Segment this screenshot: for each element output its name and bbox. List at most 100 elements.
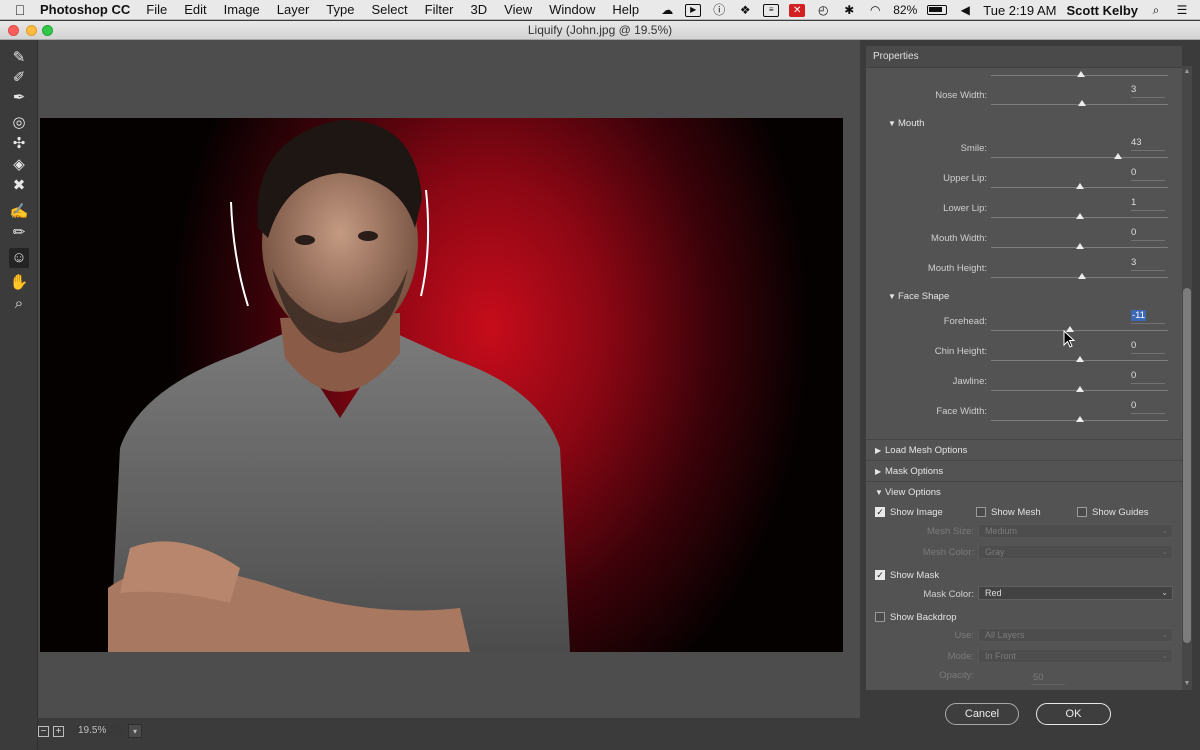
mask-options-header[interactable]: ▶ Mask Options <box>875 466 943 477</box>
upper-lip-slider-thumb[interactable] <box>1075 183 1084 189</box>
menu-help[interactable]: Help <box>612 2 639 17</box>
apple-menu-icon[interactable]:  <box>0 2 40 18</box>
cancel-button[interactable]: Cancel <box>945 703 1019 725</box>
load-mesh-disclosure-icon[interactable]: ▶ <box>875 446 885 455</box>
menu-layer[interactable]: Layer <box>277 2 310 17</box>
zoom-out-button[interactable]: − <box>38 725 49 737</box>
mask-color-select[interactable]: Red ⌄ <box>978 586 1173 600</box>
show-mask-checkbox[interactable]: ✓ <box>875 570 885 580</box>
menu-select[interactable]: Select <box>371 2 407 17</box>
mask-options-disclosure-icon[interactable]: ▶ <box>875 467 885 476</box>
smile-value-underline <box>1131 150 1165 151</box>
bluetooth-icon[interactable]: ✱ <box>841 3 857 17</box>
mouth-section-header[interactable]: ▼ Mouth <box>888 118 924 129</box>
notification-center-icon[interactable]: ☰ <box>1174 3 1190 17</box>
alert-icon[interactable]: ✕ <box>789 3 806 17</box>
zoom-in-button[interactable]: + <box>53 725 64 737</box>
pucker-tool-icon[interactable]: ✣ <box>9 134 29 154</box>
mesh-size-select[interactable]: Medium ⌄ <box>978 524 1173 538</box>
smile-slider-track[interactable] <box>991 157 1168 158</box>
scroll-down-icon[interactable]: ▼ <box>1182 680 1192 687</box>
panel-scrollbar-thumb[interactable] <box>1183 288 1191 643</box>
show-guides-checkbox[interactable] <box>1077 507 1087 517</box>
face-tool-icon[interactable]: ☺ <box>9 248 29 268</box>
battery-icon[interactable] <box>927 5 948 15</box>
menu-view[interactable]: View <box>504 2 532 17</box>
time-machine-icon[interactable]: ◴ <box>815 3 831 17</box>
nose-width-slider-thumb[interactable] <box>1078 100 1087 106</box>
face-shape-disclosure-icon[interactable]: ▼ <box>888 292 898 301</box>
slider-thumb-eye-partial[interactable] <box>1077 71 1085 77</box>
show-backdrop-checkbox[interactable] <box>875 612 885 622</box>
menu-file[interactable]: File <box>146 2 167 17</box>
face-width-value[interactable]: 0 <box>1131 400 1165 411</box>
wifi-icon[interactable]: ◠ <box>867 3 883 17</box>
view-options-header[interactable]: ▼ View Options <box>875 487 941 498</box>
face-shape-section-header[interactable]: ▼ Face Shape <box>888 291 949 302</box>
clock[interactable]: Tue 2:19 AM <box>983 3 1056 18</box>
load-mesh-options-header[interactable]: ▶ Load Mesh Options <box>875 445 967 456</box>
menu-window[interactable]: Window <box>549 2 595 17</box>
jawline-slider-thumb[interactable] <box>1075 386 1084 392</box>
mouth-height-value[interactable]: 3 <box>1131 257 1165 268</box>
zoom-level-field[interactable]: 19.5% <box>76 724 124 738</box>
spotlight-search-icon[interactable]: ⌕ <box>1148 3 1164 17</box>
menu-filter[interactable]: Filter <box>425 2 454 17</box>
mouth-width-slider-thumb[interactable] <box>1075 243 1084 249</box>
face-width-slider-thumb[interactable] <box>1075 416 1084 422</box>
canvas-area[interactable] <box>38 40 860 718</box>
lower-lip-value[interactable]: 1 <box>1131 197 1165 208</box>
freeze-mask-tool-icon[interactable]: ✍ <box>9 202 29 222</box>
menu-image[interactable]: Image <box>224 2 260 17</box>
opacity-value[interactable]: 50 <box>1033 672 1067 683</box>
face-shape-section-title: Face Shape <box>898 291 950 302</box>
dropbox-icon[interactable]: ❖ <box>737 3 753 17</box>
smooth-tool-icon[interactable]: ✒ <box>9 88 29 108</box>
smile-value[interactable]: 43 <box>1131 137 1165 148</box>
app-menu[interactable]: Photoshop CC <box>40 2 130 17</box>
mouth-width-value[interactable]: 0 <box>1131 227 1165 238</box>
menu-3d[interactable]: 3D <box>471 2 488 17</box>
ok-button[interactable]: OK <box>1036 703 1111 725</box>
photo-preview[interactable] <box>40 118 843 652</box>
mouth-disclosure-icon[interactable]: ▼ <box>888 119 898 128</box>
nose-width-value[interactable]: 3 <box>1131 84 1165 95</box>
menu-type[interactable]: Type <box>326 2 354 17</box>
mode-select[interactable]: In Front ⌄ <box>978 649 1173 663</box>
upper-lip-value[interactable]: 0 <box>1131 167 1165 178</box>
mesh-color-select[interactable]: Gray ⌄ <box>978 545 1173 559</box>
info-icon[interactable]: ⓘ <box>711 3 727 17</box>
divider <box>866 439 1182 440</box>
zoom-dropdown-icon[interactable]: ▾ <box>128 724 142 738</box>
use-select[interactable]: All Layers ⌄ <box>978 628 1173 642</box>
chin-height-value[interactable]: 0 <box>1131 340 1165 351</box>
camera-icon[interactable]: ▶ <box>685 3 702 17</box>
show-image-checkbox[interactable]: ✓ <box>875 507 885 517</box>
forehead-value[interactable]: -11 <box>1131 310 1165 321</box>
thaw-mask-tool-icon[interactable]: ✏ <box>9 223 29 243</box>
menu-edit[interactable]: Edit <box>184 2 206 17</box>
chin-height-slider-thumb[interactable] <box>1075 356 1084 362</box>
user-name[interactable]: Scott Kelby <box>1066 3 1138 18</box>
hand-tool-icon[interactable]: ✋ <box>9 273 29 293</box>
jawline-value[interactable]: 0 <box>1131 370 1165 381</box>
document-icon[interactable]: ≡ <box>763 3 780 17</box>
forward-warp-tool-icon[interactable]: ✎ <box>9 48 29 68</box>
smile-label: Smile: <box>960 143 987 154</box>
scroll-up-icon[interactable]: ▲ <box>1182 68 1192 75</box>
zoom-tool-icon[interactable]: ⌕ <box>9 294 29 314</box>
volume-icon[interactable]: ◀ <box>957 3 973 17</box>
push-left-tool-icon[interactable]: ✖ <box>9 176 29 196</box>
creative-cloud-icon[interactable]: ☁ <box>659 3 675 17</box>
smile-slider-thumb[interactable] <box>1113 153 1122 159</box>
lower-lip-slider-thumb[interactable] <box>1076 213 1085 219</box>
forehead-slider-track[interactable] <box>991 330 1168 331</box>
bloat-tool-icon[interactable]: ◈ <box>9 155 29 175</box>
portrait-illustration <box>108 119 570 652</box>
view-options-disclosure-icon[interactable]: ▼ <box>875 488 885 497</box>
forehead-value-selected-text: -11 <box>1131 310 1147 321</box>
mouth-height-slider-thumb[interactable] <box>1078 273 1087 279</box>
show-mesh-checkbox[interactable] <box>976 507 986 517</box>
reconstruct-tool-icon[interactable]: ✐ <box>9 68 29 88</box>
twirl-clockwise-tool-icon[interactable]: ◎ <box>9 113 29 133</box>
